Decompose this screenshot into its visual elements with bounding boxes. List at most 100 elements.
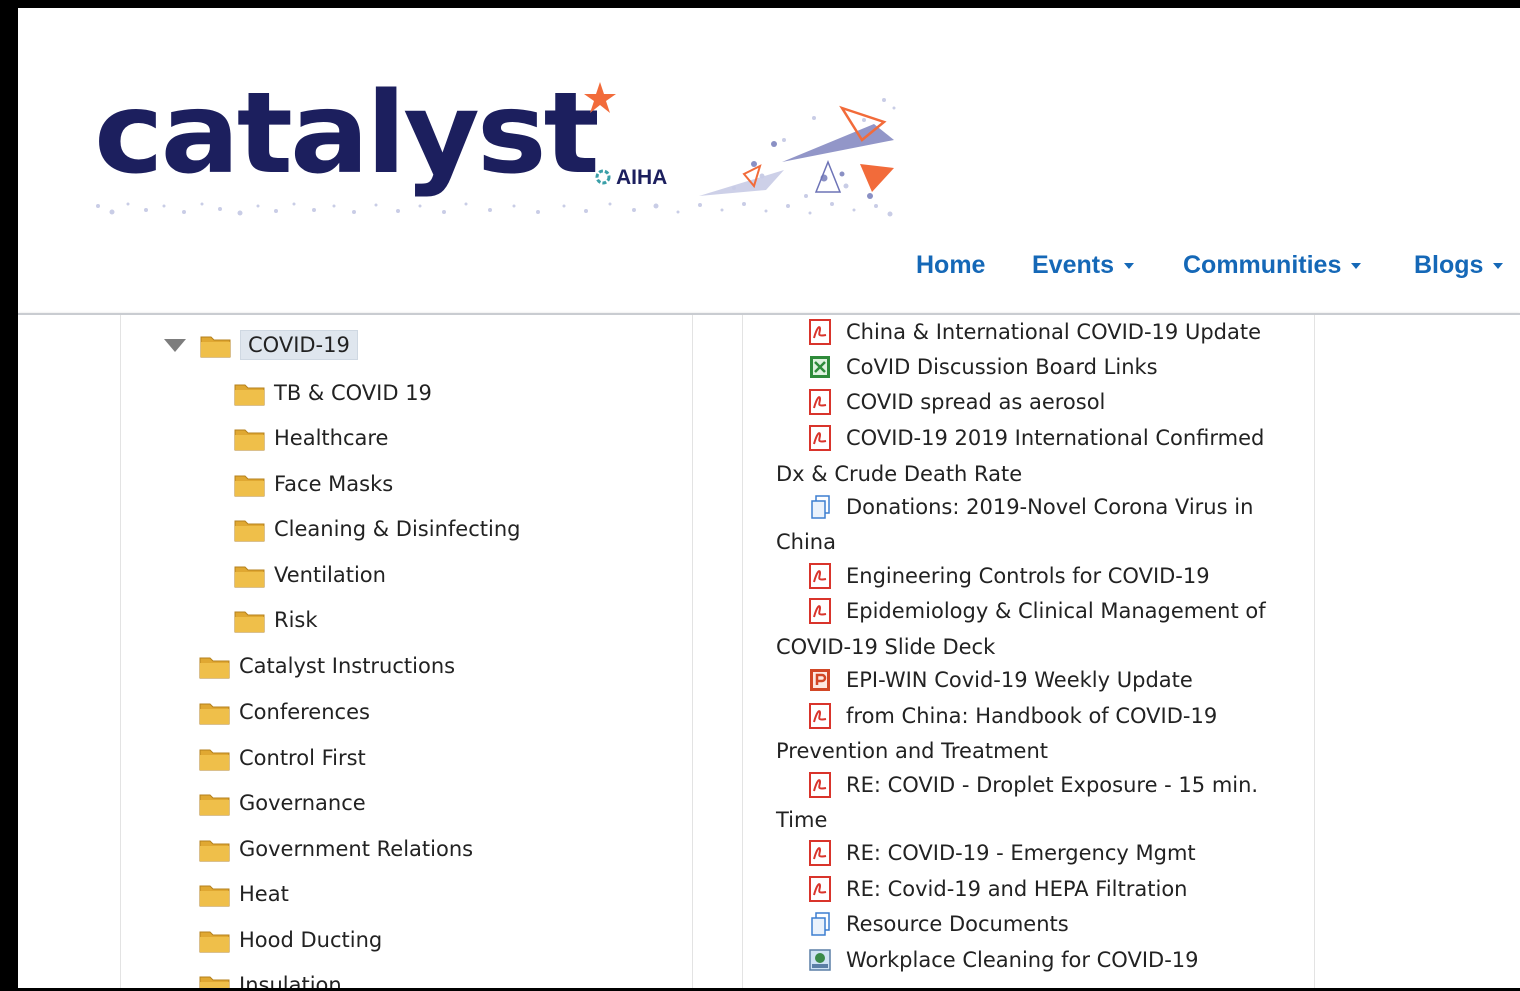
tree-folder-catalyst-instructions[interactable]: Catalyst Instructions [199,649,455,683]
folder-icon [199,794,230,815]
window-frame-left [0,0,18,991]
file-name: RE: Covid-19 and HEPA Filtration [846,877,1188,901]
column-divider [1314,315,1315,988]
powerpoint-icon [810,669,830,691]
star-icon [584,82,616,113]
folder-icon [234,520,265,541]
file-name: COVID spread as aerosol [846,390,1106,414]
file-name-continuation[interactable]: COVID-19 Slide Deck [776,630,995,664]
file-item[interactable]: China & International COVID-19 Update [808,315,1261,349]
file-item[interactable]: RE: COVID - Droplet Exposure - 15 min. [808,768,1258,802]
file-name: Engineering Controls for COVID-19 [846,564,1210,588]
folder-tree: COVID-19 TB & COVID 19 Healthcare Face M… [18,315,698,988]
catalyst-logo[interactable]: catalyst AIHA [94,78,914,238]
tree-folder-healthcare[interactable]: Healthcare [234,421,388,455]
file-name: Resource Documents [846,912,1069,936]
tree-folder-label: Insulation [239,973,342,988]
tree-folder-risk[interactable]: Risk [234,603,318,637]
folder-icon [199,931,230,952]
chevron-down-icon [1123,263,1134,270]
folder-icon [234,475,265,496]
pdf-icon [809,425,831,451]
file-name-continuation[interactable]: Time [776,803,827,837]
folder-icon [200,336,231,357]
file-name: Donations: 2019-Novel Corona Virus in [846,495,1254,519]
file-item[interactable]: CoVID Discussion Board Links [808,350,1158,384]
tree-folder-label: Ventilation [274,563,386,587]
tree-folder-heat[interactable]: Heat [199,877,289,911]
tree-folder-label: Control First [239,746,366,770]
file-name-continuation[interactable]: China [776,525,836,559]
file-name-continuation[interactable]: Prevention and Treatment [776,734,1048,768]
folder-icon [199,703,230,724]
tree-folder-label: Face Masks [274,472,394,496]
file-item[interactable]: Epidemiology & Clinical Management of [808,594,1266,628]
file-item[interactable]: RE: Covid-19 and HEPA Filtration [808,872,1187,906]
folder-icon [199,840,230,861]
nav-blogs[interactable]: Blogs [1414,240,1504,290]
nav-events[interactable]: Events [1032,240,1134,290]
folder-icon [199,749,230,770]
file-item[interactable]: COVID spread as aerosol [808,385,1105,419]
tree-folder-tb-covid[interactable]: TB & COVID 19 [234,376,432,410]
aiha-mark-icon [595,169,611,185]
file-item[interactable]: Resource Documents [808,907,1069,941]
file-item[interactable]: Engineering Controls for COVID-19 [808,559,1210,593]
tree-folder-label: Heat [239,882,289,906]
column-divider [742,315,743,988]
tree-folder-ventilation[interactable]: Ventilation [234,558,386,592]
tree-folder-label: Risk [274,608,318,632]
pdf-icon [809,840,831,866]
pdf-icon [809,563,831,589]
tree-folder-face-masks[interactable]: Face Masks [234,467,393,501]
document-icon [811,912,830,936]
nav-communities[interactable]: Communities [1183,240,1362,290]
file-item[interactable]: from China: Handbook of COVID-19 [808,699,1217,733]
folder-icon [199,976,230,988]
file-name-continuation[interactable]: Dx & Crude Death Rate [776,457,1022,491]
tree-folder-government-relations[interactable]: Government Relations [199,832,473,866]
file-name: RE: COVID-19 - Emergency Mgmt [846,841,1196,865]
file-item[interactable]: COVID-19 2019 International Confirmed [808,421,1264,455]
file-name: Epidemiology & Clinical Management of [846,599,1266,623]
nav-home-label: Home [916,251,986,279]
file-item[interactable]: RE: COVID-19 - Emergency Mgmt [808,836,1196,870]
library-content: COVID-19 TB & COVID 19 Healthcare Face M… [18,315,1520,988]
document-icon [811,495,830,519]
pdf-icon [809,598,831,624]
folder-icon [234,429,265,450]
file-list: China & International COVID-19 Update Co… [776,315,1296,988]
tree-folder-cleaning[interactable]: Cleaning & Disinfecting [234,512,520,546]
file-name: China & International COVID-19 Update [846,320,1261,344]
tree-folder-conferences[interactable]: Conferences [199,695,370,729]
excel-icon [810,356,830,378]
file-name: CoVID Discussion Board Links [846,355,1158,379]
file-item[interactable]: Workplace Cleaning for COVID-19 [808,943,1199,977]
nav-home[interactable]: Home [916,240,985,290]
logo-wordmark: catalyst [94,69,600,199]
pdf-icon [809,319,831,345]
folder-icon [234,611,265,632]
tree-folder-label: Catalyst Instructions [239,654,456,678]
tree-folder-control-first[interactable]: Control First [199,741,366,775]
file-item[interactable]: Donations: 2019-Novel Corona Virus in [808,490,1253,524]
tree-folder-label: Hood Ducting [239,928,383,952]
chevron-down-icon [1493,263,1504,270]
file-item[interactable]: EPI-WIN Covid-19 Weekly Update [808,663,1193,697]
tree-folder-covid-19[interactable]: COVID-19 [164,328,358,362]
tree-folder-label: TB & COVID 19 [274,381,432,405]
image-icon [809,949,831,971]
tree-folder-label: Governance [239,791,366,815]
tree-folder-hood-ducting[interactable]: Hood Ducting [199,923,382,957]
tree-folder-governance[interactable]: Governance [199,786,366,820]
tree-folder-insulation[interactable]: Insulation [199,968,342,988]
pdf-icon [809,876,831,902]
expand-toggle-icon[interactable] [164,338,186,352]
pdf-icon [809,703,831,729]
nav-blogs-label: Blogs [1414,251,1484,279]
tree-folder-label: Government Relations [239,837,474,861]
site-header: catalyst AIHA Home Events Communities Bl… [18,8,1520,314]
tree-folder-label: Conferences [239,700,370,724]
pdf-icon [809,389,831,415]
nav-events-label: Events [1032,251,1114,279]
